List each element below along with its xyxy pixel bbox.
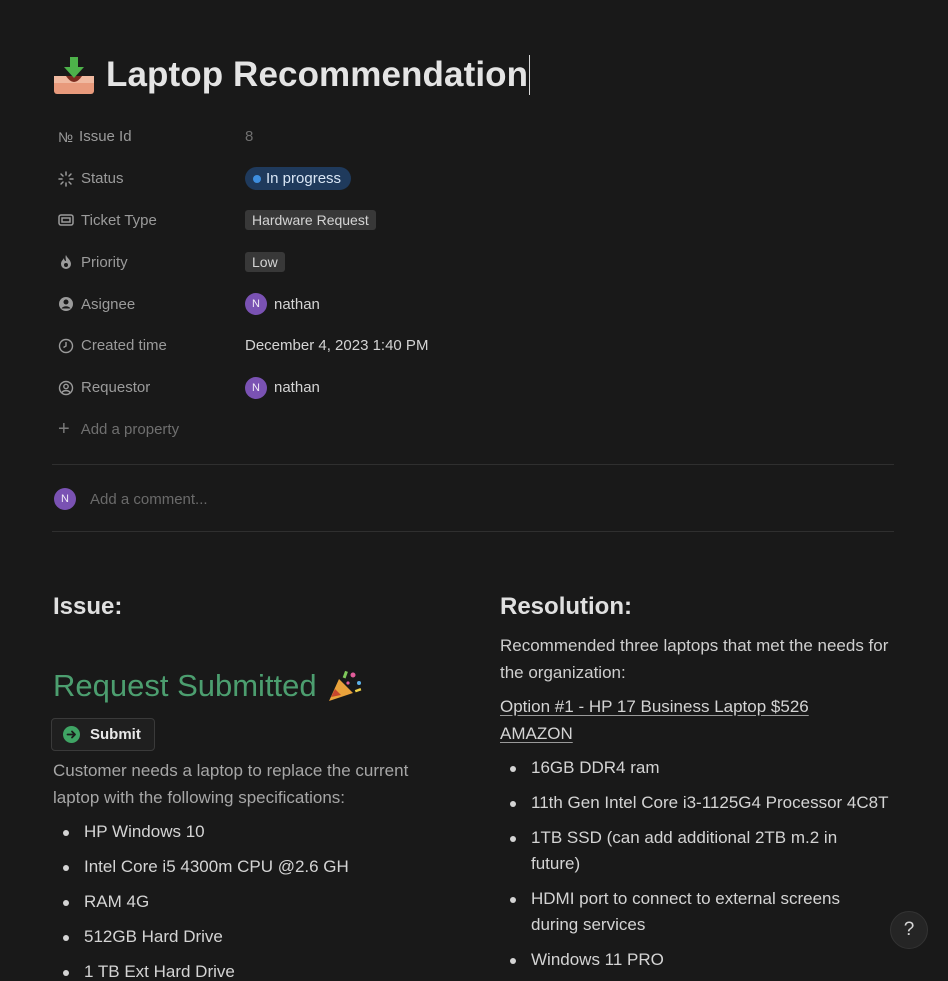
- property-issue-id[interactable]: № Issue Id 8: [52, 116, 894, 158]
- help-button[interactable]: ?: [890, 911, 928, 949]
- property-requestor[interactable]: Requestor N nathan: [52, 367, 894, 409]
- property-label: Asignee: [81, 295, 136, 313]
- issue-column: Issue: Request Submitted Submit Customer…: [51, 590, 453, 981]
- assignee-value[interactable]: N nathan: [245, 293, 320, 316]
- assignee-name: nathan: [274, 295, 320, 313]
- page-title-row: Laptop Recommendation: [53, 52, 531, 98]
- property-priority[interactable]: Priority Low: [52, 241, 894, 283]
- properties-panel: № Issue Id 8 Status In progress Ticket T…: [52, 116, 894, 450]
- submit-button[interactable]: Submit: [51, 718, 155, 751]
- divider: [52, 464, 894, 465]
- feature-list: 16GB DDR4 ram 11th Gen Intel Core i3-112…: [500, 755, 900, 973]
- created-time-value: December 4, 2023 1:40 PM: [245, 337, 429, 355]
- person-outline-icon: [58, 380, 74, 396]
- issue-description: Customer needs a laptop to replace the c…: [53, 761, 409, 807]
- add-property-button[interactable]: + Add a property: [52, 409, 894, 451]
- plus-icon: +: [58, 418, 70, 441]
- flame-icon: [58, 254, 74, 270]
- priority-tag[interactable]: Low: [245, 252, 285, 273]
- status-spinner-icon: [58, 170, 74, 187]
- property-label: Issue Id: [79, 128, 132, 146]
- status-dot: [253, 174, 261, 183]
- property-created-time[interactable]: Created time December 4, 2023 1:40 PM: [52, 325, 894, 367]
- property-assignee[interactable]: Asignee N nathan: [52, 283, 894, 325]
- comment-input[interactable]: Add a comment...: [90, 491, 208, 508]
- page: Laptop Recommendation № Issue Id 8 Statu…: [0, 0, 948, 981]
- comment-bar: N Add a comment...: [54, 488, 208, 510]
- property-label: Priority: [81, 253, 128, 271]
- list-item: 16GB DDR4 ram: [500, 755, 900, 781]
- property-label: Requestor: [81, 379, 151, 397]
- list-item: 512GB Hard Drive: [53, 924, 453, 950]
- inbox-download-icon[interactable]: [53, 54, 95, 96]
- text-caret: [529, 55, 531, 95]
- avatar: N: [245, 293, 267, 316]
- requestor-name: nathan: [274, 379, 320, 397]
- property-label: Created time: [81, 337, 167, 355]
- list-item: Windows 11 PRO: [500, 947, 900, 973]
- clock-icon: [58, 338, 74, 354]
- person-circle-icon: [58, 296, 74, 312]
- spec-list: HP Windows 10 Intel Core i5 4300m CPU @2…: [53, 819, 453, 981]
- requestor-value[interactable]: N nathan: [245, 376, 320, 399]
- page-title[interactable]: Laptop Recommendation: [106, 55, 528, 95]
- property-label: Ticket Type: [81, 211, 157, 229]
- request-submitted-heading: Request Submitted: [53, 668, 453, 704]
- avatar: N: [54, 488, 76, 510]
- party-popper-icon: [327, 669, 363, 703]
- property-label: Status: [81, 170, 124, 188]
- number-icon: №: [58, 128, 74, 145]
- list-item: HDMI port to connect to external screens…: [500, 886, 865, 938]
- issue-id-value[interactable]: 8: [245, 128, 253, 145]
- arrow-right-circle-icon: [63, 726, 80, 743]
- list-item: 11th Gen Intel Core i3-1125G4 Processor …: [500, 790, 900, 816]
- option-1-link[interactable]: Option #1 - HP 17 Business Laptop $526 A…: [500, 697, 809, 743]
- divider: [52, 531, 894, 532]
- issue-heading: Issue:: [53, 593, 123, 620]
- list-item: HP Windows 10: [53, 819, 453, 845]
- resolution-column: Resolution: Recommended three laptops th…: [500, 590, 900, 973]
- resolution-heading: Resolution:: [500, 593, 632, 620]
- list-item: Intel Core i5 4300m CPU @2.6 GH: [53, 854, 453, 880]
- ticket-type-tag[interactable]: Hardware Request: [245, 210, 376, 231]
- property-status[interactable]: Status In progress: [52, 158, 894, 200]
- property-ticket-type[interactable]: Ticket Type Hardware Request: [52, 200, 894, 242]
- list-item: 1TB SSD (can add additional 2TB m.2 in f…: [500, 825, 840, 877]
- resolution-description: Recommended three laptops that met the n…: [500, 636, 889, 682]
- avatar: N: [245, 376, 267, 399]
- list-item: RAM 4G: [53, 889, 453, 915]
- list-item: 1 TB Ext Hard Drive: [53, 959, 453, 981]
- status-badge[interactable]: In progress: [245, 167, 352, 191]
- ticket-icon: [58, 212, 74, 228]
